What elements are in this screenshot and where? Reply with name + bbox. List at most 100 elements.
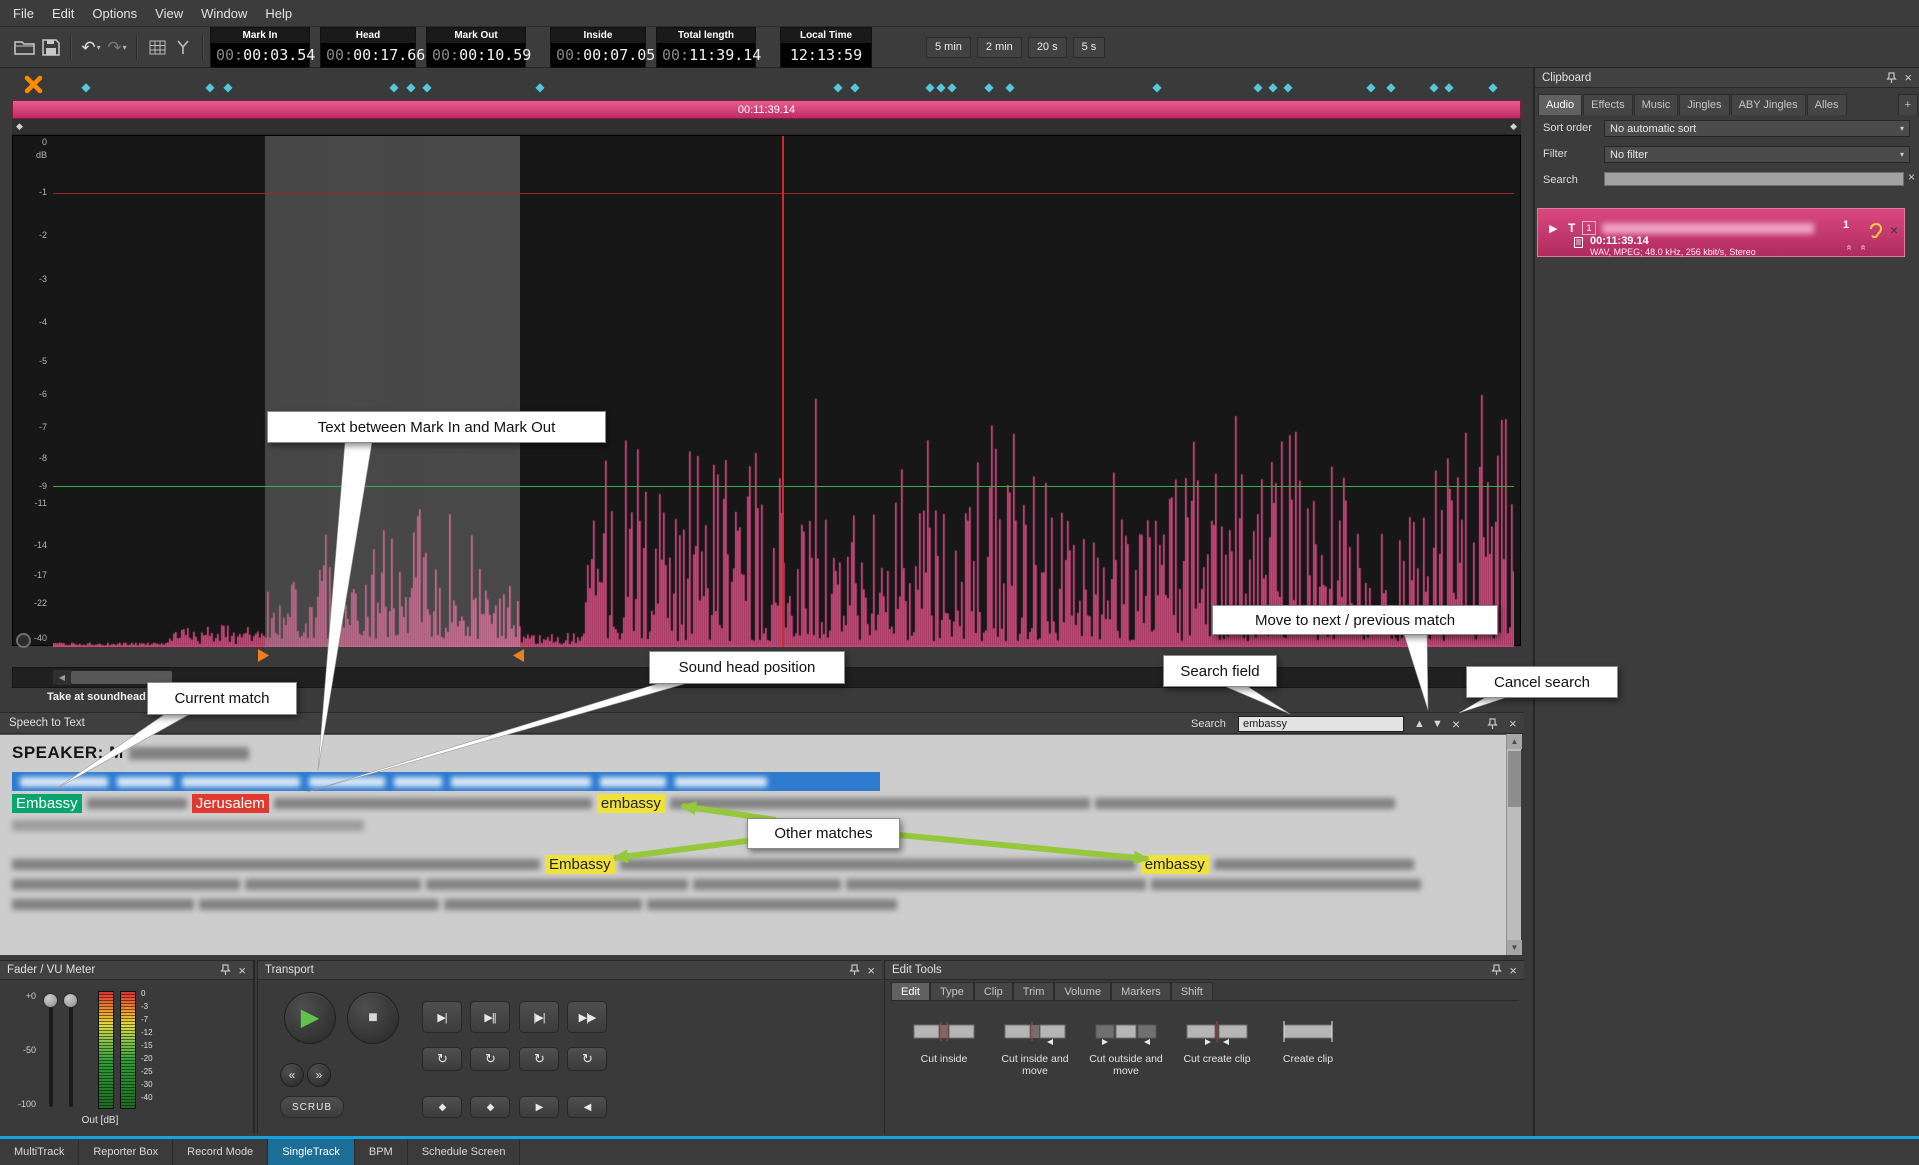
create-clip-button[interactable]: Create clip: [1265, 1017, 1351, 1077]
timeline-marker-icon[interactable]: ◆: [925, 81, 934, 93]
clipboard-search-input[interactable]: [1604, 172, 1904, 186]
tab-bpm[interactable]: BPM: [355, 1139, 408, 1165]
tab-multitrack[interactable]: MultiTrack: [0, 1139, 79, 1165]
timeline-marker-icon[interactable]: ◆: [1488, 81, 1497, 93]
clear-search-button[interactable]: ×: [1908, 170, 1915, 184]
timecode-inside[interactable]: Inside 00:00:07.05: [550, 27, 646, 68]
timeline-marker-icon[interactable]: ◆: [205, 81, 214, 93]
timeline-marker-icon[interactable]: ◆: [1253, 81, 1262, 93]
menu-edit[interactable]: Edit: [43, 2, 83, 25]
scroll-down-button[interactable]: ▼: [1507, 940, 1522, 955]
zoom-5min-button[interactable]: 5 min: [926, 37, 971, 58]
play-frame-button[interactable]: |▶|: [519, 1001, 559, 1033]
timecode-head[interactable]: Head 00:00:17.66: [320, 27, 416, 68]
close-panel-button[interactable]: ×: [867, 964, 875, 977]
marker-add-button[interactable]: ◆: [422, 1096, 462, 1118]
current-match-word[interactable]: Embassy: [12, 794, 82, 813]
mixer-button[interactable]: [144, 33, 170, 61]
timecode-total-length[interactable]: Total length 00:11:39.14: [656, 27, 756, 68]
other-match-word-1[interactable]: embassy: [597, 794, 665, 813]
undo-button[interactable]: ↶▾: [78, 33, 104, 61]
menu-file[interactable]: File: [4, 2, 43, 25]
timeline-marker-icon[interactable]: ◆: [1386, 81, 1395, 93]
skip-back-button[interactable]: «: [280, 1063, 304, 1087]
loop-button-2[interactable]: ↻: [470, 1047, 510, 1071]
tab-reporter-box[interactable]: Reporter Box: [79, 1139, 173, 1165]
timeline-marker-icon[interactable]: ◆: [1005, 81, 1014, 93]
fader-track-left[interactable]: [49, 995, 53, 1107]
tab-trim[interactable]: Trim: [1013, 982, 1055, 1000]
tab-clip[interactable]: Clip: [974, 982, 1013, 1000]
soundhead-playhead[interactable]: [782, 136, 784, 647]
entry-play-button[interactable]: ▶: [1549, 222, 1557, 235]
loop-button-4[interactable]: ↻: [567, 1047, 607, 1071]
loop-button-3[interactable]: ↻: [519, 1047, 559, 1071]
timeline-substrip[interactable]: ◆ ◆: [12, 119, 1521, 135]
menu-window[interactable]: Window: [192, 2, 256, 25]
tab-shift[interactable]: Shift: [1171, 982, 1213, 1000]
cut-inside-move-button[interactable]: Cut inside and move: [992, 1017, 1078, 1077]
timeline-marker-icon[interactable]: ◆: [1283, 81, 1292, 93]
undo-caret-icon[interactable]: ▾: [97, 43, 101, 52]
scroll-edge-diamond-icon[interactable]: ◆: [16, 121, 23, 132]
tab-jingles[interactable]: Jingles: [1679, 94, 1729, 115]
mark-in-handle[interactable]: [258, 649, 270, 662]
play-to-end-button[interactable]: ▶|: [422, 1001, 462, 1033]
timeline-marker-icon[interactable]: ◆: [1366, 81, 1375, 93]
scroll-up-button[interactable]: ▲: [1507, 734, 1522, 749]
filter-dropdown[interactable]: No filter▾: [1604, 146, 1910, 163]
transcript-scrollbar[interactable]: ▲ ▼: [1506, 734, 1521, 955]
fader-thumb-left[interactable]: [43, 993, 58, 1008]
pin-icon[interactable]: [1487, 718, 1498, 730]
cut-outside-move-button[interactable]: Cut outside and move: [1083, 1017, 1169, 1077]
pin-icon[interactable]: [849, 964, 860, 976]
play-pause-button[interactable]: ▶||: [470, 1001, 510, 1033]
tab-markers[interactable]: Markers: [1111, 982, 1171, 1000]
tab-effects[interactable]: Effects: [1583, 94, 1632, 115]
menu-help[interactable]: Help: [256, 2, 301, 25]
timeline-marker-icon[interactable]: ◆: [1429, 81, 1438, 93]
pin-icon[interactable]: [1886, 72, 1897, 84]
close-panel-button[interactable]: ×: [1509, 717, 1517, 730]
close-panel-button[interactable]: ×: [1509, 964, 1517, 977]
close-panel-button[interactable]: ×: [238, 964, 246, 977]
previous-match-button[interactable]: ▲: [1414, 719, 1425, 730]
timeline-bar[interactable]: 00:11:39.14: [12, 100, 1521, 119]
timeline-marker-icon[interactable]: ◆: [947, 81, 956, 93]
zoom-2min-button[interactable]: 2 min: [977, 37, 1022, 58]
orange-marker-icon[interactable]: [24, 75, 43, 94]
clipboard-audio-entry[interactable]: ▶ T 1 1 00:11:39.14 WAV, MPEG; 48.0 kHz,…: [1537, 208, 1905, 257]
marker-remove-button[interactable]: ◆: [470, 1096, 510, 1118]
fader-track-right[interactable]: [69, 995, 73, 1107]
stop-button[interactable]: ■: [347, 992, 399, 1044]
redo-button[interactable]: ↷▾: [104, 33, 130, 61]
timeline-marker-icon[interactable]: ◆: [1444, 81, 1453, 93]
scroll-left-button[interactable]: ◀: [53, 670, 71, 685]
other-match-word-2[interactable]: Embassy: [545, 855, 615, 874]
tab-volume[interactable]: Volume: [1054, 982, 1111, 1000]
timeline-marker-icon[interactable]: ◆: [223, 81, 232, 93]
tab-type[interactable]: Type: [930, 982, 974, 1000]
tools-button[interactable]: [170, 33, 196, 61]
timecode-mark-out[interactable]: Mark Out 00:00:10.59: [426, 27, 526, 68]
mark-out-handle[interactable]: [512, 649, 524, 662]
close-panel-button[interactable]: ×: [1904, 71, 1912, 84]
menu-options[interactable]: Options: [83, 2, 146, 25]
cancel-search-button[interactable]: ×: [1452, 716, 1460, 732]
tab-alles[interactable]: Alles: [1807, 94, 1847, 115]
mark-in-out-selection[interactable]: [265, 136, 520, 647]
play-button[interactable]: ▶: [284, 992, 336, 1044]
cut-inside-button[interactable]: Cut inside: [901, 1017, 987, 1077]
waveform-corner-button[interactable]: [16, 633, 31, 648]
zoom-20s-button[interactable]: 20 s: [1028, 37, 1067, 58]
timeline-marker-icon[interactable]: ◆: [936, 81, 945, 93]
tab-add[interactable]: +: [1898, 94, 1918, 115]
timeline-marker-icon[interactable]: ◆: [81, 81, 90, 93]
tab-music[interactable]: Music: [1634, 94, 1679, 115]
zoom-5s-button[interactable]: 5 s: [1073, 37, 1106, 58]
marker-next-button[interactable]: ▶: [519, 1096, 559, 1118]
timeline-marker-icon[interactable]: ◆: [389, 81, 398, 93]
prelisten-ear-icon[interactable]: [1868, 222, 1884, 240]
scroll-edge-diamond-icon[interactable]: ◆: [1510, 121, 1517, 132]
other-match-word-3[interactable]: embassy: [1141, 855, 1209, 874]
